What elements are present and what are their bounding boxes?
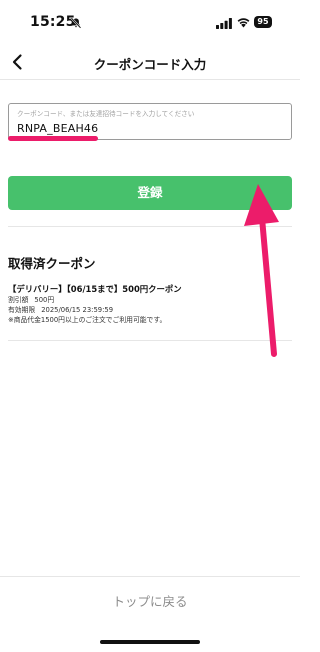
acquired-coupons-heading: 取得済クーポン [8,256,96,271]
page-title: クーポンコード入力 [93,57,207,72]
coupon-name: 【デリバリー】【06/15まで】500円クーポン [8,284,182,294]
divider [8,340,292,341]
wifi-icon [237,18,250,28]
coupon-discount-label: 割引額 [8,296,29,304]
status-time: 15:25 [30,14,76,30]
coupon-note: ※商品代金1500円以上のご注文でご利用可能です。 [8,316,167,324]
annotation-underline [8,136,98,141]
coupon-expiry-value: 2025/06/15 23:59:59 [41,306,114,314]
register-button[interactable]: 登録 [8,176,292,210]
coupon-expiry: 有効期限 2025/06/15 23:59:59 [8,305,292,315]
mute-icon [70,17,82,29]
footer: トップに戻る [0,576,300,652]
divider [8,226,292,227]
coupon-discount: 割引額 500円 [8,295,292,305]
signal-icon [216,18,232,29]
coupon-code-value[interactable]: RNPA_BEAH46 [17,122,98,135]
battery-icon: 95 [254,16,272,28]
nav-bar: クーポンコード入力 [0,44,300,80]
status-bar: 15:25 95 [0,0,300,44]
coupon-code-placeholder: クーポンコード、または友達招待コードを入力してください [17,110,195,118]
coupon-code-input[interactable]: クーポンコード、または友達招待コードを入力してください RNPA_BEAH46 [8,103,292,140]
back-to-top-link[interactable]: トップに戻る [0,591,300,610]
annotation-arrow-icon [244,184,279,357]
coupon-list-item[interactable]: 【デリバリー】【06/15まで】500円クーポン 割引額 500円 有効期限 202… [8,283,292,325]
coupon-expiry-label: 有効期限 [8,306,36,314]
home-indicator [100,640,200,644]
coupon-discount-value: 500円 [34,296,55,304]
